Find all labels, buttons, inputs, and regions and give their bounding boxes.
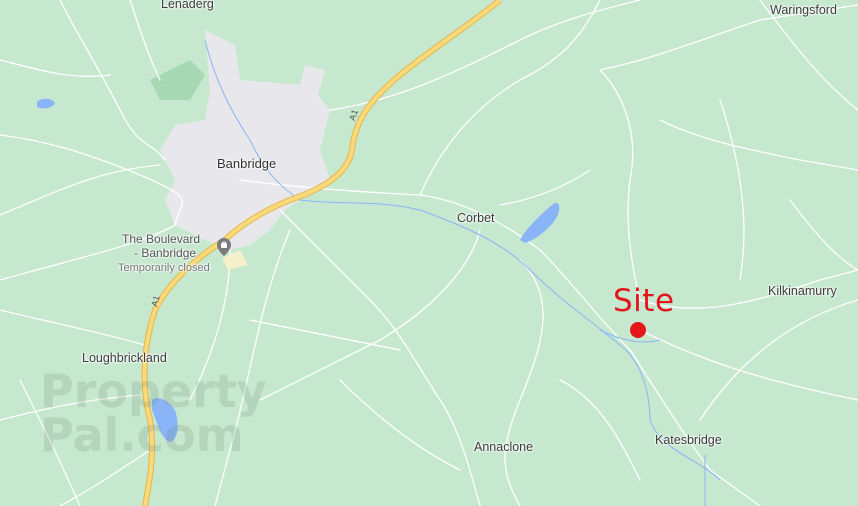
watermark-line2: Pal.com — [40, 407, 244, 462]
place-label-katesbridge[interactable]: Katesbridge — [655, 433, 722, 447]
shopping-bag-icon[interactable] — [217, 238, 231, 256]
watermark-logo: Property Pal.com — [40, 368, 267, 462]
map-view[interactable]: Property Pal.com Lenaderg Waringsford Ba… — [0, 0, 858, 506]
place-label-banbridge[interactable]: Banbridge — [217, 156, 276, 171]
place-label-waringsford[interactable]: Waringsford — [770, 3, 837, 17]
poi-name-line2[interactable]: - Banbridge — [134, 246, 196, 260]
site-label: Site — [613, 283, 675, 319]
place-label-loughbrickland[interactable]: Loughbrickland — [82, 351, 167, 365]
poi-status: Temporarily closed — [118, 262, 210, 274]
place-label-corbet[interactable]: Corbet — [457, 211, 495, 225]
place-label-annaclone[interactable]: Annaclone — [474, 440, 533, 454]
poi-name-line1[interactable]: The Boulevard — [122, 232, 200, 246]
place-label-kilkinamurry[interactable]: Kilkinamurry — [768, 284, 837, 298]
site-marker-icon[interactable] — [630, 322, 646, 338]
place-label-lenaderg[interactable]: Lenaderg — [161, 0, 214, 11]
